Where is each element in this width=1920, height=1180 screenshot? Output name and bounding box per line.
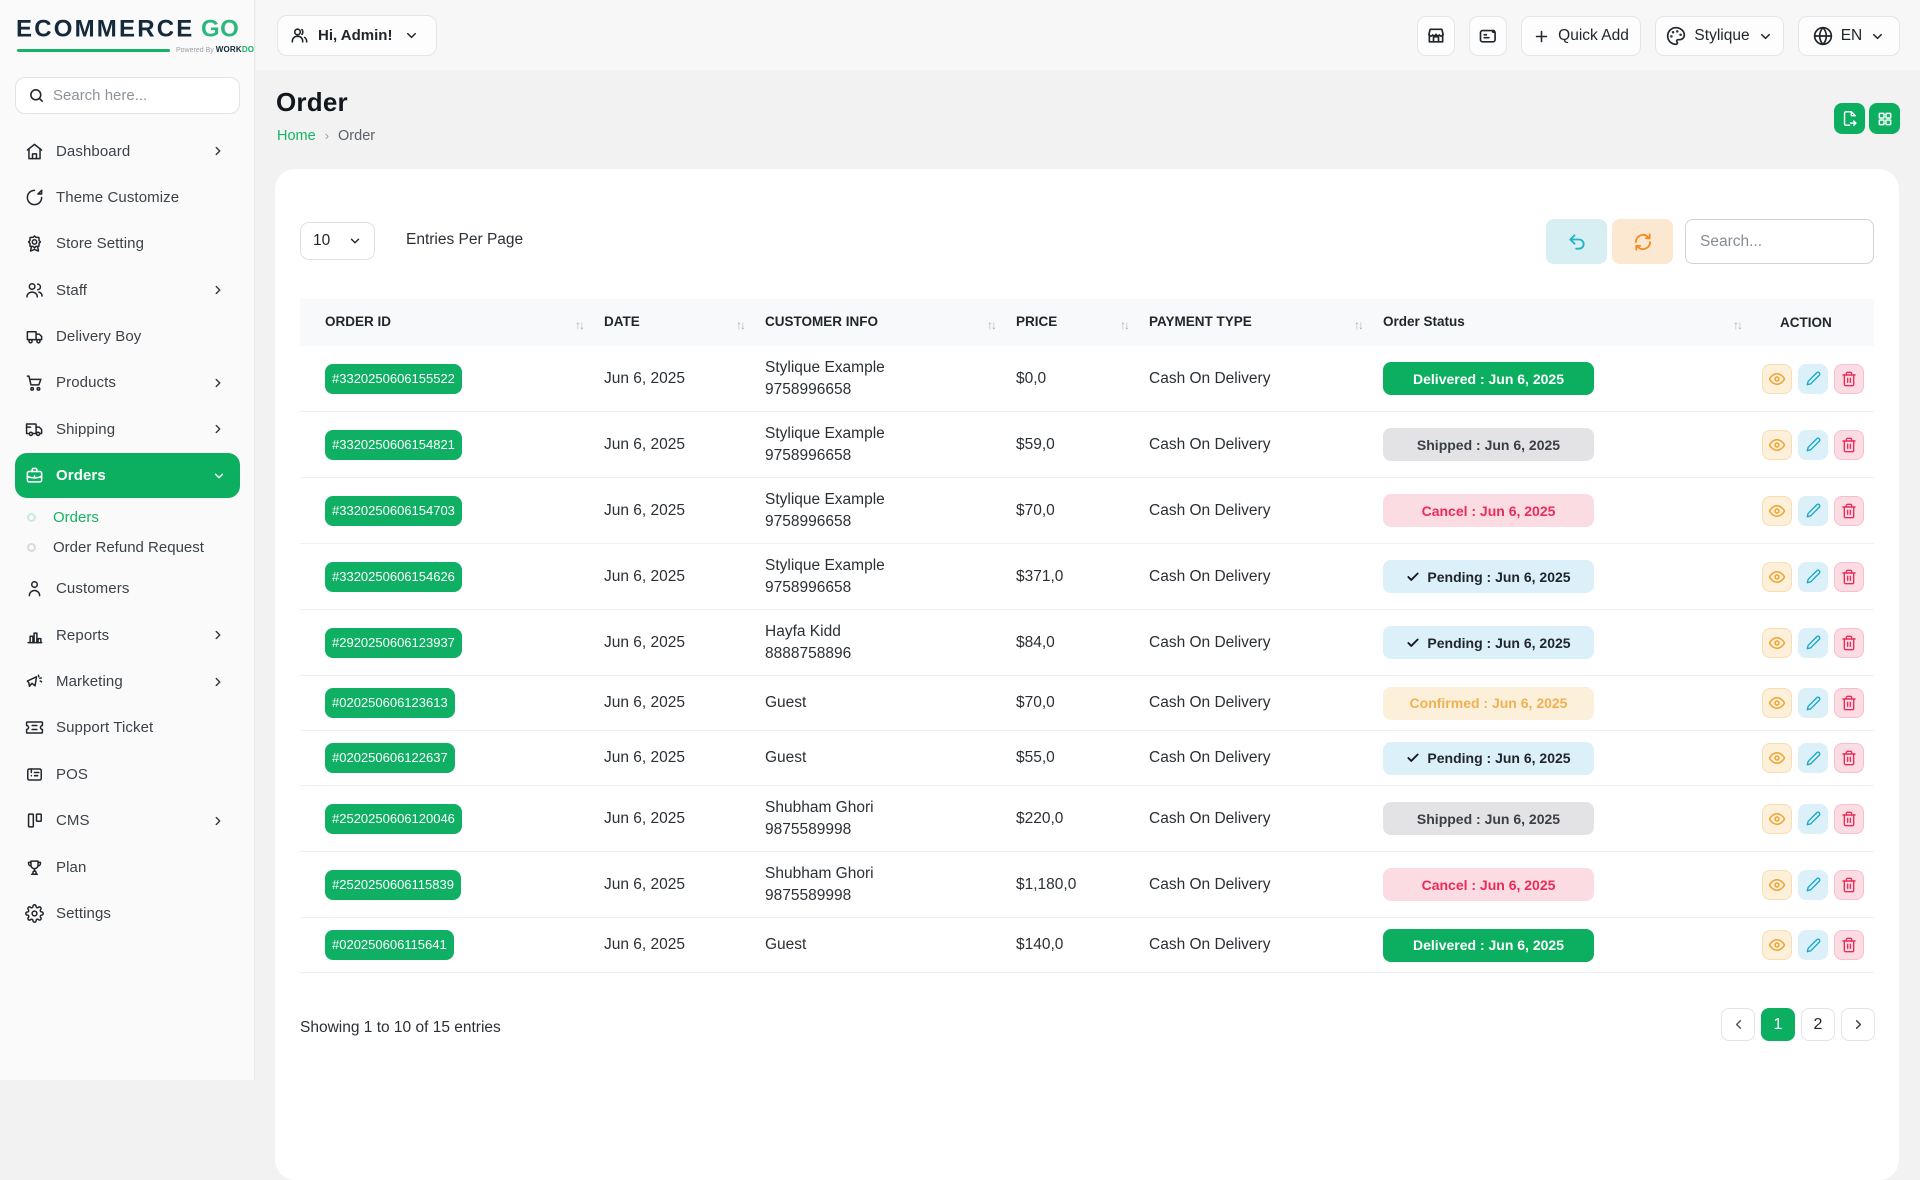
svg-text:GO: GO [201,17,239,40]
svg-text:ECOMMERCE: ECOMMERCE [17,17,194,40]
